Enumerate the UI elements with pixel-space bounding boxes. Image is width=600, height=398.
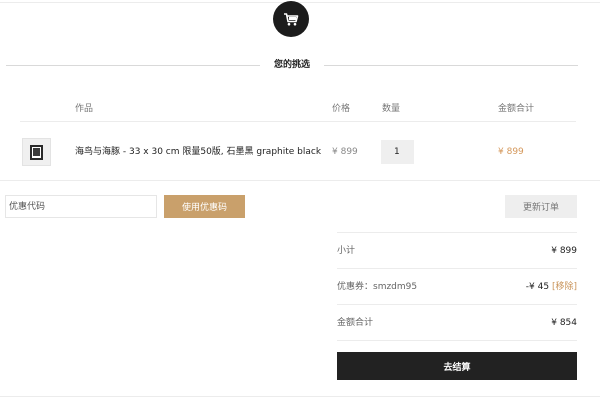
header-divider — [20, 121, 576, 122]
remove-coupon-link[interactable]: [移除] — [552, 282, 577, 292]
section-header: 您的挑选 — [6, 58, 578, 72]
bottom-divider — [0, 396, 600, 397]
quantity-input[interactable] — [381, 140, 414, 164]
summary-divider — [337, 304, 577, 305]
header-work: 作品 — [75, 104, 94, 114]
summary-divider — [337, 340, 577, 341]
header-qty: 数量 — [382, 104, 401, 114]
product-name[interactable]: 海鸟与海豚 - 33 x 30 cm 限量50版, 石墨黑 graphite b… — [75, 146, 321, 158]
row-divider — [0, 180, 600, 181]
section-line-left — [6, 65, 260, 66]
apply-coupon-button[interactable]: 使用优惠码 — [164, 195, 245, 218]
product-price: ¥ 899 — [332, 147, 358, 157]
product-thumbnail[interactable] — [22, 138, 51, 166]
grand-total-value: ¥ 854 — [551, 318, 577, 328]
summary-top-divider — [337, 232, 577, 233]
cart-icon — [284, 12, 299, 25]
frame-icon — [30, 144, 43, 160]
coupon-code-input[interactable] — [5, 195, 157, 218]
summary-divider — [337, 268, 577, 269]
header-price: 价格 — [332, 104, 351, 114]
coupon-discount: -¥ 45 [移除] — [526, 281, 577, 293]
header-total: 金额合计 — [498, 104, 535, 114]
section-title: 您的挑选 — [273, 60, 310, 70]
subtotal-value: ¥ 899 — [551, 246, 577, 256]
grand-total-label: 金额合计 — [337, 318, 374, 328]
product-line-total: ¥ 899 — [498, 147, 524, 157]
cart-badge[interactable] — [273, 1, 309, 37]
section-line-right — [324, 65, 578, 66]
checkout-button[interactable]: 去结算 — [337, 352, 577, 380]
coupon-applied-label: 优惠券：smzdm95 — [337, 282, 418, 292]
coupon-discount-value: -¥ 45 — [525, 282, 550, 292]
subtotal-label: 小计 — [337, 246, 356, 256]
update-order-button[interactable]: 更新订单 — [505, 195, 577, 218]
